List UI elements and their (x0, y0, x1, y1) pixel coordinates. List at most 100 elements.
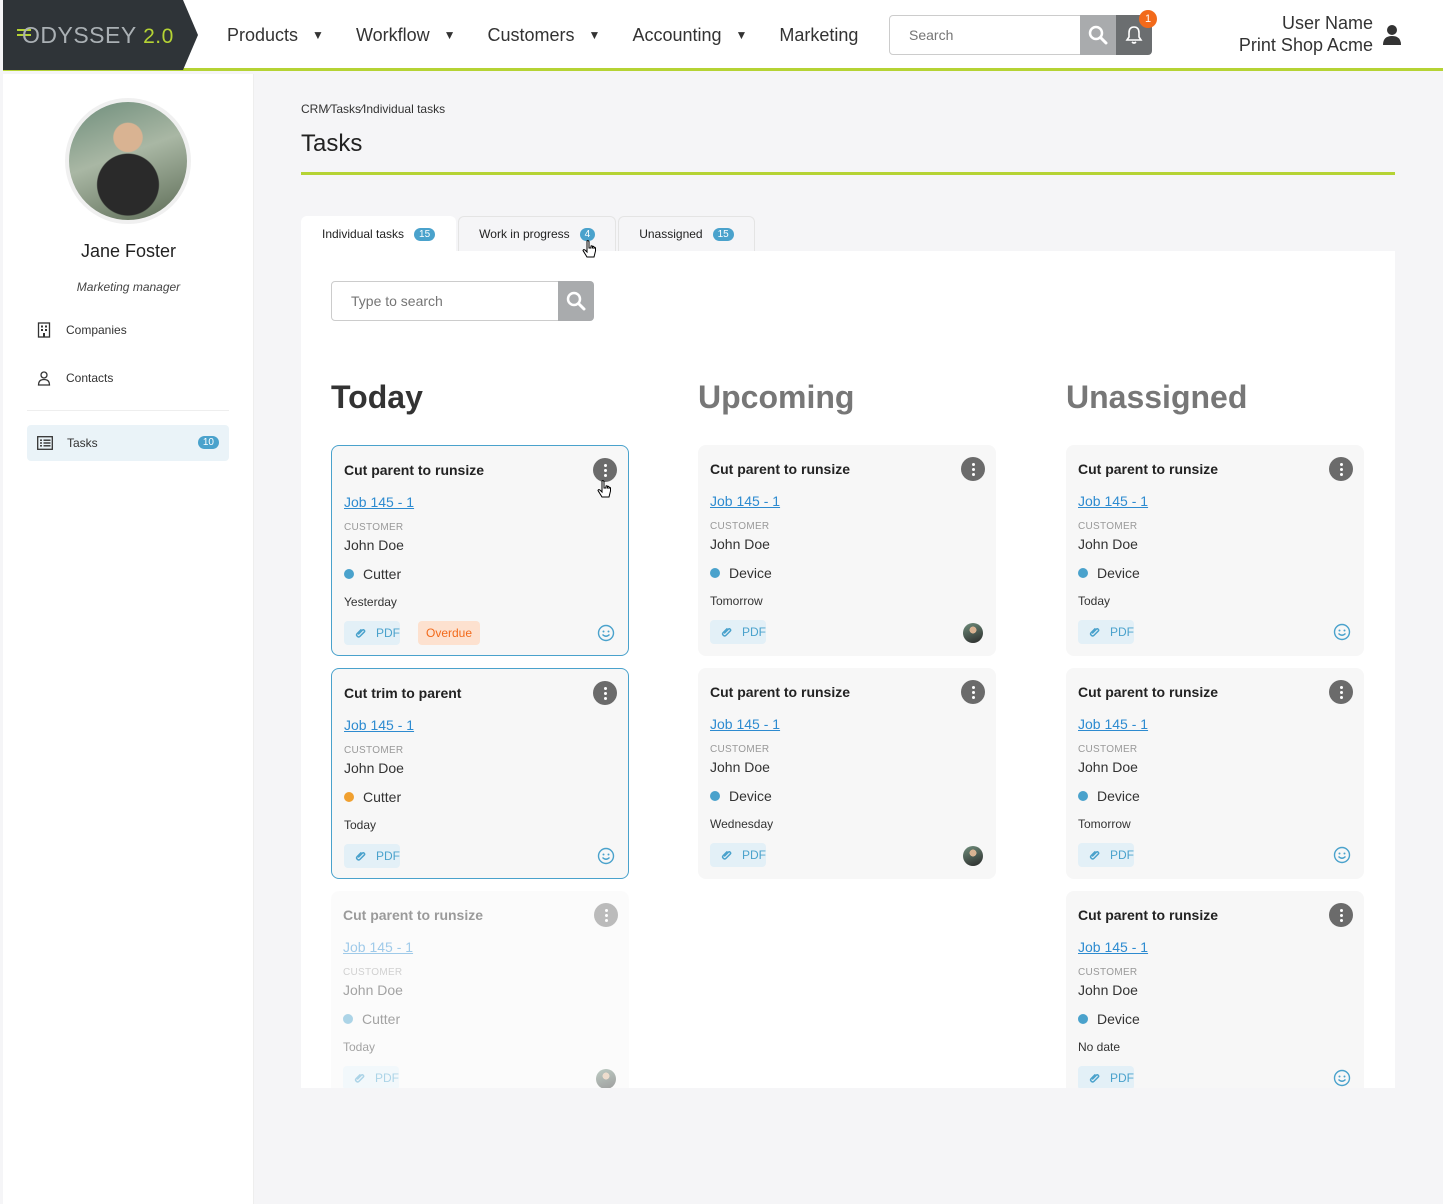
tab-count-badge: 15 (712, 227, 734, 241)
breadcrumb-crm[interactable]: CRM (301, 102, 328, 116)
job-link[interactable]: Job 145 - 1 (1078, 939, 1148, 955)
task-card[interactable]: Cut parent to runsize Job 145 - 1 CUSTOMER… (1066, 668, 1364, 879)
logo-version: 2.0 (143, 25, 174, 48)
device-row: Device (1078, 1011, 1140, 1027)
smiley-icon[interactable] (597, 847, 615, 865)
more-options-icon[interactable] (961, 457, 985, 481)
sidebar-item-contacts[interactable]: Contacts (36, 370, 113, 386)
user-icon[interactable] (1381, 24, 1403, 46)
job-link[interactable]: Job 145 - 1 (710, 493, 780, 509)
assignee-avatar[interactable] (963, 623, 983, 643)
tab-label: Unassigned (639, 227, 703, 241)
column-title-unassigned: Unassigned (1066, 379, 1248, 415)
due-date: Wednesday (710, 817, 774, 831)
task-card[interactable]: Cut parent to runsize Job 145 - 1 CUSTOMER… (1066, 891, 1364, 1088)
app-logo[interactable]: ODYSSEY 2.0 (3, 0, 198, 70)
more-options-icon[interactable] (1329, 903, 1353, 927)
job-link[interactable]: Job 145 - 1 (344, 717, 414, 733)
tab-unassigned[interactable]: Unassigned 15 (618, 216, 755, 251)
more-options-icon[interactable] (1329, 680, 1353, 704)
due-date: Tomorrow (710, 594, 763, 608)
nav-label: Marketing (779, 24, 859, 45)
paperclip-icon (1089, 1074, 1100, 1083)
caret-down-icon: ▼ (588, 28, 601, 42)
device-name: Cutter (363, 789, 402, 805)
more-options-icon[interactable] (961, 680, 985, 704)
nav-products[interactable]: Products ▼ (227, 25, 324, 46)
sidebar-item-label: Contacts (66, 371, 114, 385)
task-title: Cut parent to runsize (1078, 461, 1219, 477)
pdf-attachment-button[interactable]: PDF (710, 620, 766, 644)
tab-bar: Individual tasks 15 Work in progress 4 Una… (301, 216, 757, 251)
task-card[interactable]: Cut trim to parent Job 145 - 1 CUSTOMER Joh… (331, 668, 629, 879)
device-row: Device (710, 788, 772, 804)
job-link[interactable]: Job 145 - 1 (710, 716, 780, 732)
more-options-icon[interactable] (1329, 457, 1353, 481)
more-options-icon[interactable] (593, 458, 617, 482)
task-search-input[interactable] (331, 281, 559, 321)
assignee-avatar[interactable] (963, 846, 983, 866)
column-title-today: Today (331, 379, 423, 415)
smiley-icon[interactable] (1333, 846, 1351, 864)
pdf-label: PDF (742, 848, 766, 862)
pdf-attachment-button[interactable]: PDF (710, 843, 766, 867)
tasks-count-badge: 10 (197, 436, 219, 449)
customer-name: John Doe (1078, 759, 1138, 775)
task-search-button[interactable] (558, 281, 594, 321)
task-card[interactable]: Cut parent to runsize Job 145 - 1 CUSTOMER… (331, 891, 629, 1088)
global-search-button[interactable] (1080, 15, 1116, 55)
pdf-attachment-button[interactable]: PDF (343, 1066, 399, 1088)
device-row: Cutter (344, 789, 401, 805)
sidebar-item-label: Companies (66, 323, 127, 337)
smiley-icon[interactable] (1333, 623, 1351, 641)
breadcrumb: CRM⁄Tasks⁄Individual tasks (301, 102, 445, 116)
tasks-panel: Today Upcoming Unassigned Cut parent to … (301, 251, 1395, 1088)
more-options-icon[interactable] (594, 903, 618, 927)
pdf-attachment-button[interactable]: PDF (344, 844, 400, 868)
pdf-attachment-button[interactable]: PDF (1078, 1066, 1134, 1088)
task-card[interactable]: Cut parent to runsize Job 145 - 1 CUSTOMER… (331, 445, 629, 656)
job-link[interactable]: Job 145 - 1 (1078, 493, 1148, 509)
job-link[interactable]: Job 145 - 1 (344, 494, 414, 510)
sidebar-item-tasks[interactable]: Tasks 10 (27, 425, 229, 461)
pdf-attachment-button[interactable]: PDF (344, 621, 400, 645)
paperclip-icon (355, 629, 366, 638)
due-date: Today (344, 818, 377, 832)
smiley-icon[interactable] (1333, 1069, 1351, 1087)
tab-label: Work in progress (479, 227, 570, 241)
user-menu[interactable]: User Name Print Shop Acme (1239, 12, 1373, 56)
sidebar-item-companies[interactable]: Companies (36, 322, 127, 338)
assignee-avatar[interactable] (596, 1069, 616, 1088)
smiley-icon[interactable] (597, 624, 615, 642)
job-link[interactable]: Job 145 - 1 (1078, 716, 1148, 732)
nav-accounting[interactable]: Accounting ▼ (632, 25, 747, 46)
profile-name: Jane Foster (80, 241, 177, 261)
device-name: Device (1097, 788, 1140, 804)
device-name: Device (1097, 565, 1140, 581)
device-row: Device (1078, 565, 1140, 581)
pdf-attachment-button[interactable]: PDF (1078, 620, 1134, 644)
title-divider (301, 172, 1395, 175)
pdf-attachment-button[interactable]: PDF (1078, 843, 1134, 867)
nav-workflow[interactable]: Workflow ▼ (356, 25, 456, 46)
caret-down-icon: ▼ (312, 28, 324, 42)
check-status-icon (343, 1014, 353, 1024)
check-status-icon (710, 791, 720, 801)
job-link[interactable]: Job 145 - 1 (343, 939, 413, 955)
task-card[interactable]: Cut parent to runsize Job 145 - 1 CUSTOMER… (698, 445, 996, 656)
pointer-cursor-icon (582, 240, 596, 258)
more-options-icon[interactable] (593, 681, 617, 705)
check-status-icon (1078, 1014, 1088, 1024)
nav-label: Accounting (632, 24, 722, 45)
nav-customers[interactable]: Customers ▼ (488, 25, 601, 46)
customer-label: CUSTOMER (344, 522, 404, 533)
task-card[interactable]: Cut parent to runsize Job 145 - 1 CUSTOMER… (1066, 445, 1364, 656)
breadcrumb-tasks[interactable]: Tasks (330, 102, 361, 116)
tab-individual-tasks[interactable]: Individual tasks 15 (301, 216, 457, 251)
nav-marketing[interactable]: Marketing (779, 25, 858, 46)
customer-name: John Doe (344, 537, 404, 553)
pointer-cursor-icon (597, 480, 611, 498)
pdf-label: PDF (1110, 625, 1134, 639)
task-card[interactable]: Cut parent to runsize Job 145 - 1 CUSTOMER… (698, 668, 996, 879)
nav-label: Workflow (355, 24, 430, 45)
